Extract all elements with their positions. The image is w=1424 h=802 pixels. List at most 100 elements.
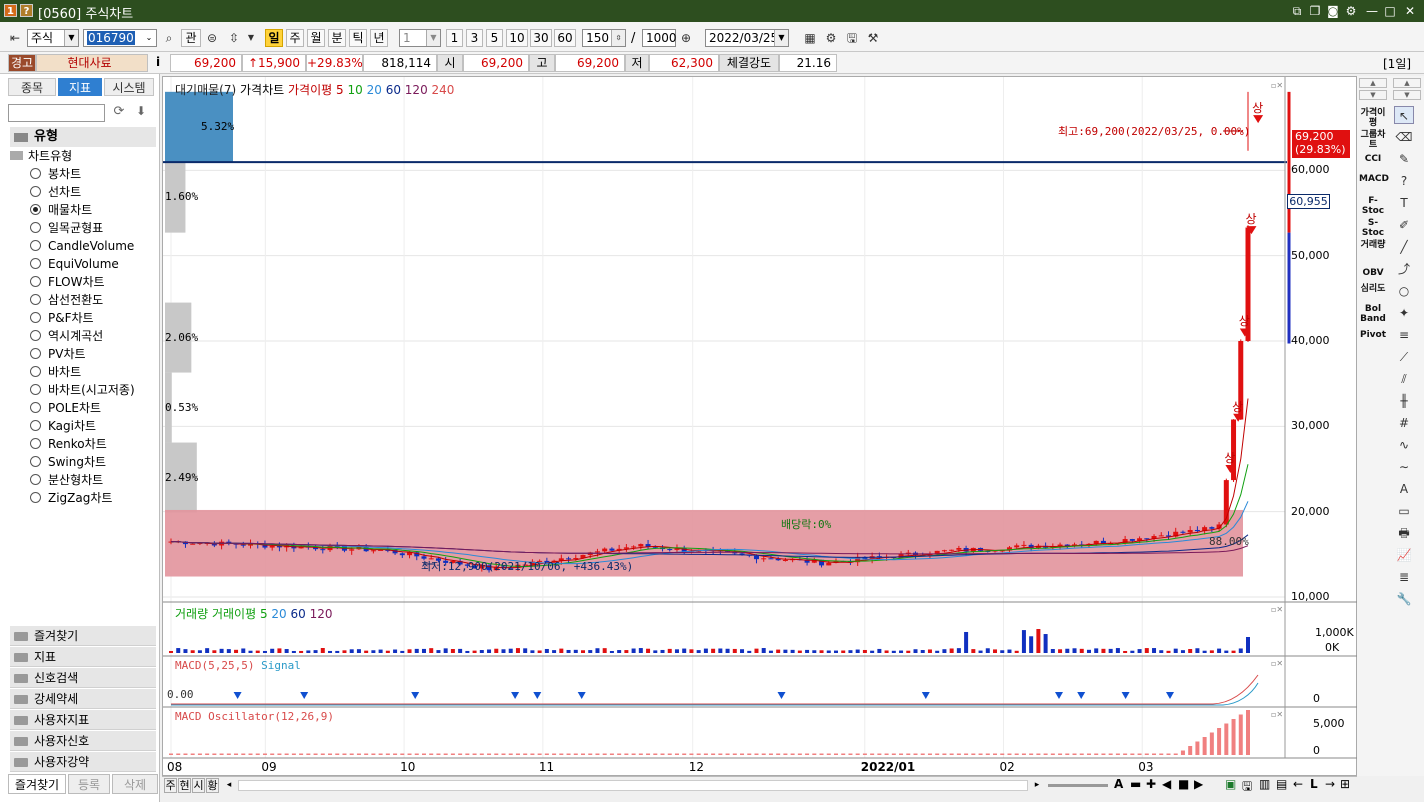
minimize-icon[interactable]: — bbox=[1364, 3, 1380, 19]
indicator-shortcut[interactable]: OBV bbox=[1359, 268, 1387, 278]
period-month-button[interactable]: 월 bbox=[307, 29, 325, 47]
pane-close-icon[interactable]: ▫✕ bbox=[1271, 710, 1283, 719]
info-icon[interactable]: i bbox=[156, 55, 160, 69]
save-icon[interactable]: 🖫 bbox=[843, 29, 861, 47]
interval-select[interactable]: 1 ▼ bbox=[399, 29, 441, 47]
chart-type-option[interactable]: 봉차트 bbox=[30, 166, 81, 183]
tab-market[interactable]: 시 bbox=[192, 778, 205, 793]
toggle-icon[interactable]: ⊜ bbox=[203, 29, 221, 47]
spin-icon[interactable]: ⇳ bbox=[225, 29, 243, 47]
chevron-down-icon[interactable]: ▼ bbox=[242, 29, 260, 47]
back-icon[interactable]: ← bbox=[1293, 777, 1303, 791]
auto-icon[interactable]: A bbox=[1394, 480, 1414, 498]
folder-item[interactable]: 강세약세 bbox=[10, 689, 156, 709]
zoom-in-icon[interactable]: ✚ bbox=[1146, 777, 1156, 791]
total-input[interactable]: 1000 bbox=[642, 29, 677, 47]
star-icon[interactable]: ✦ bbox=[1394, 304, 1414, 322]
stop-icon[interactable]: ■ bbox=[1178, 777, 1189, 791]
chart-type-option[interactable]: ZigZag차트 bbox=[30, 490, 112, 507]
folder-item[interactable]: 즐겨찾기 bbox=[10, 626, 156, 646]
image-icon[interactable]: ▤ bbox=[1276, 777, 1287, 791]
brush-icon[interactable]: ✐ bbox=[1394, 216, 1414, 234]
minute-10-button[interactable]: 10 bbox=[506, 29, 528, 47]
indicator-shortcut[interactable]: Bol Band bbox=[1359, 304, 1387, 324]
text-size-icon[interactable]: A bbox=[1114, 777, 1123, 791]
tab-current[interactable]: 현 bbox=[178, 778, 191, 793]
chart-type-option[interactable]: 매물차트 bbox=[30, 202, 92, 219]
tab-indicators[interactable]: 지표 bbox=[58, 78, 102, 96]
folder-item[interactable]: 사용자신호 bbox=[10, 731, 156, 751]
channel-icon[interactable]: ╫ bbox=[1394, 392, 1414, 410]
refresh-icon[interactable]: ⟳ bbox=[110, 104, 128, 122]
trend-icon[interactable]: ⤴ bbox=[1394, 260, 1414, 278]
chart-type-option[interactable]: 바차트 bbox=[30, 364, 81, 381]
indicator-shortcut[interactable]: Pivot bbox=[1359, 330, 1387, 340]
fib-icon[interactable]: ≡ bbox=[1394, 326, 1414, 344]
scroll-left-icon[interactable]: ◂ bbox=[222, 778, 236, 793]
tab-stocks[interactable]: 종목 bbox=[8, 78, 56, 96]
minute-1-button[interactable]: 1 bbox=[446, 29, 463, 47]
excel-icon[interactable]: ▣ bbox=[1225, 777, 1236, 791]
count-stepper[interactable]: 150 ⇳ bbox=[582, 29, 626, 47]
cycle-icon[interactable]: ∿ bbox=[1394, 436, 1414, 454]
gear-icon[interactable]: ⚙ bbox=[822, 29, 840, 47]
horizontal-scrollbar[interactable] bbox=[238, 780, 1028, 791]
tab-favorites[interactable]: 즐겨찾기 bbox=[8, 774, 66, 794]
register-button[interactable]: 등록 bbox=[68, 774, 110, 794]
chart-icon[interactable]: 📈 bbox=[1394, 546, 1414, 564]
chart-settings-icon[interactable]: ▦ bbox=[801, 29, 819, 47]
indicator-shortcut[interactable]: MACD bbox=[1359, 174, 1389, 184]
indicator-shortcut[interactable]: 거래량 bbox=[1359, 240, 1387, 250]
maximize-icon[interactable]: □ bbox=[1382, 3, 1398, 19]
screen-icon[interactable]: ▭ bbox=[1394, 502, 1414, 520]
scroll-down-icon[interactable]: ▼ bbox=[1393, 90, 1421, 100]
watch-button[interactable]: 관 bbox=[181, 29, 201, 47]
pane-close-icon[interactable]: ▫✕ bbox=[1271, 81, 1283, 90]
text-icon[interactable]: T bbox=[1394, 194, 1414, 212]
download-icon[interactable]: ⬇ bbox=[132, 104, 150, 122]
indicator-shortcut[interactable]: F-Stoc bbox=[1359, 196, 1387, 216]
indicator-shortcut[interactable]: S-Stoc bbox=[1359, 218, 1387, 238]
scroll-down-icon[interactable]: ▼ bbox=[1359, 90, 1387, 100]
eraser-icon[interactable]: ⌫ bbox=[1394, 128, 1414, 146]
section-type[interactable]: 유형 bbox=[10, 127, 156, 147]
pane-close-icon[interactable]: ▫✕ bbox=[1271, 659, 1283, 668]
help-badge[interactable]: ? bbox=[20, 4, 33, 17]
period-day-button[interactable]: 일 bbox=[265, 29, 283, 47]
folder-item[interactable]: 지표 bbox=[10, 647, 156, 667]
chart-type-option[interactable]: EquiVolume bbox=[30, 256, 119, 273]
zoom-slider[interactable] bbox=[1048, 784, 1108, 787]
chart-type-option[interactable]: PV차트 bbox=[30, 346, 86, 363]
camera-icon[interactable]: ◙ bbox=[1325, 3, 1341, 19]
chart-type-option[interactable]: 분산형차트 bbox=[30, 472, 103, 489]
scroll-up-icon[interactable]: ▲ bbox=[1393, 78, 1421, 88]
copy-icon[interactable]: ❐ bbox=[1307, 3, 1323, 19]
market-select[interactable]: 주식 ▼ bbox=[27, 29, 79, 47]
ruler-icon[interactable]: ✎ bbox=[1394, 150, 1414, 168]
pane-close-icon[interactable]: ▫✕ bbox=[1271, 605, 1283, 614]
indicator-shortcut[interactable]: CCI bbox=[1359, 154, 1387, 164]
layout-icon[interactable]: ▥ bbox=[1259, 777, 1270, 791]
print-icon[interactable]: 🖶 bbox=[1394, 524, 1414, 542]
chart-type-option[interactable]: 일목균형표 bbox=[30, 220, 103, 237]
chart-area[interactable]: 대기매물(7) 가격차트 가격이평 5 10 20 60 120 240 거래량… bbox=[162, 76, 1358, 776]
fan-icon[interactable]: ⫽ bbox=[1394, 370, 1414, 388]
gann-icon[interactable]: ⟋ bbox=[1394, 348, 1414, 366]
chart-type-option[interactable]: 삼선전환도 bbox=[30, 292, 103, 309]
period-year-button[interactable]: 년 bbox=[370, 29, 388, 47]
chart-type-option[interactable]: 역시계곡선 bbox=[30, 328, 103, 345]
minute-5-button[interactable]: 5 bbox=[486, 29, 503, 47]
line-icon[interactable]: ╱ bbox=[1394, 238, 1414, 256]
indicator-shortcut[interactable]: 그룹차트 bbox=[1359, 130, 1387, 150]
chart-type-option[interactable]: P&F차트 bbox=[30, 310, 94, 327]
close-icon[interactable]: ✕ bbox=[1402, 3, 1418, 19]
forward-icon[interactable]: → bbox=[1325, 777, 1335, 791]
scroll-right-icon[interactable]: ▸ bbox=[1030, 778, 1044, 793]
gear-icon[interactable]: ⚙ bbox=[1343, 3, 1359, 19]
link-icon[interactable]: ⧉ bbox=[1289, 3, 1305, 19]
delete-button[interactable]: 삭제 bbox=[112, 774, 158, 794]
minute-3-button[interactable]: 3 bbox=[466, 29, 483, 47]
search-icon[interactable]: ⌕ bbox=[160, 29, 178, 47]
chart-type-option[interactable]: FLOW차트 bbox=[30, 274, 105, 291]
period-week-button[interactable]: 주 bbox=[286, 29, 304, 47]
